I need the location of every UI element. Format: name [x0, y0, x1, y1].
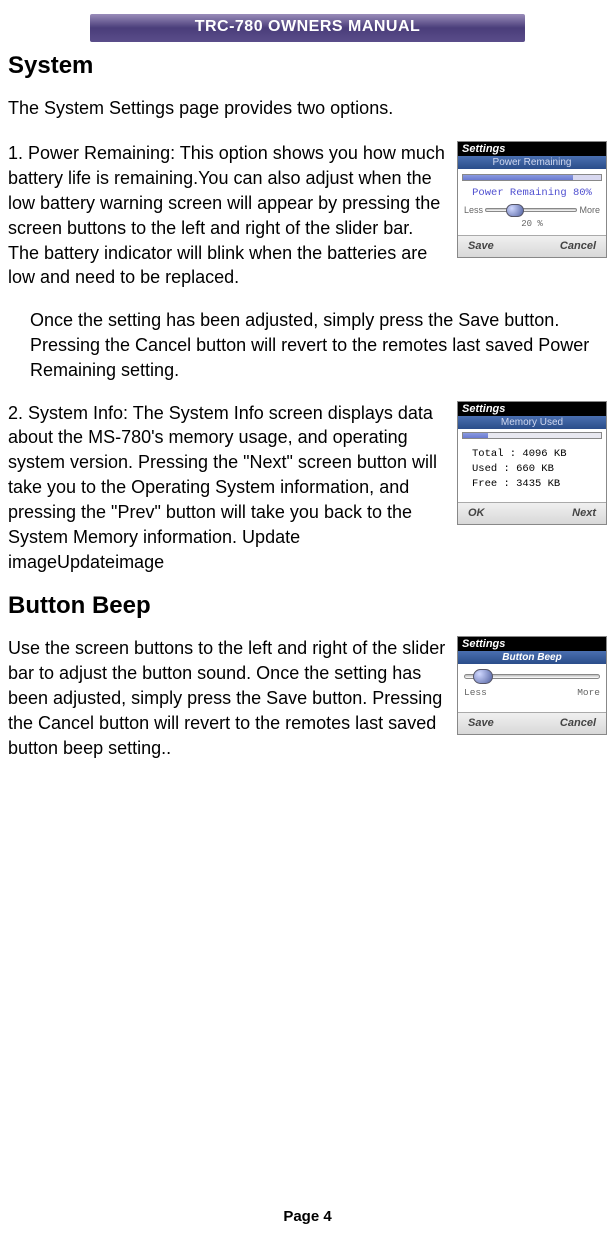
cancel-button[interactable]: Cancel: [560, 240, 596, 252]
cancel-button[interactable]: Cancel: [560, 717, 596, 729]
save-button[interactable]: Save: [468, 240, 494, 252]
power-progress-bar: [462, 174, 602, 181]
page-number: Page 4: [0, 1208, 615, 1225]
screenshot-button-beep: Settings Button Beep Less More Save: [457, 636, 607, 735]
save-button[interactable]: Save: [468, 717, 494, 729]
ok-button[interactable]: OK: [468, 507, 485, 519]
screenshot-titlebar: Settings: [458, 637, 606, 651]
slider-value-text: 20 %: [462, 219, 602, 229]
next-button[interactable]: Next: [572, 507, 596, 519]
screenshot-titlebar: Settings: [458, 402, 606, 416]
screenshot-power-remaining: Settings Power Remaining Power Remaining…: [457, 141, 607, 258]
power-slider[interactable]: [485, 208, 577, 212]
screenshot-subtitle: Memory Used: [458, 416, 606, 429]
item1-continuation-text: Once the setting has been adjusted, simp…: [8, 308, 607, 382]
power-readout-text: Power Remaining 80%: [462, 187, 602, 199]
slider-label-less: Less: [464, 687, 487, 698]
section-title-system: System: [8, 52, 607, 80]
screenshot-subtitle: Button Beep: [458, 651, 606, 664]
beep-slider[interactable]: [464, 674, 600, 679]
slider-label-less: Less: [464, 205, 483, 215]
memory-used-text: Used : 660 KB: [472, 462, 602, 477]
section-title-button-beep: Button Beep: [8, 592, 607, 620]
system-intro-text: The System Settings page provides two op…: [8, 96, 607, 121]
manual-header-bar: TRC-780 OWNERS MANUAL: [90, 14, 525, 42]
memory-free-text: Free : 3435 KB: [472, 477, 602, 492]
screenshot-titlebar: Settings: [458, 142, 606, 156]
item2-lead-text: 2. System Info: The System Info screen d…: [8, 403, 437, 572]
memory-usage-bar: [462, 432, 602, 439]
screenshot-memory-used: Settings Memory Used Total : 4096 KB Use…: [457, 401, 607, 526]
slider-label-more: More: [577, 687, 600, 698]
button-beep-body-text: Use the screen buttons to the left and r…: [8, 638, 445, 757]
memory-total-text: Total : 4096 KB: [472, 447, 602, 462]
item1-lead-text: 1. Power Remaining: This option shows yo…: [8, 143, 445, 287]
screenshot-subtitle: Power Remaining: [458, 156, 606, 169]
slider-label-more: More: [579, 205, 600, 215]
